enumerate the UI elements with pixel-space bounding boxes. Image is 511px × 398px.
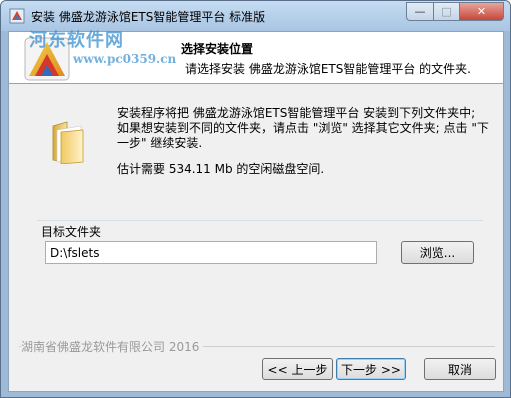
destination-folder-group: 目标文件夹 浏览... bbox=[37, 220, 483, 280]
install-info-text: 安装程序将把 佛盛龙游泳馆ETS智能管理平台 安装到下列文件夹中; 如果想安装到… bbox=[117, 106, 493, 151]
app-icon bbox=[9, 8, 25, 24]
minimize-button[interactable]: — bbox=[406, 2, 433, 21]
watermark-url: www.pc0359.cn bbox=[73, 52, 177, 66]
cancel-button[interactable]: 取消 bbox=[424, 358, 496, 380]
page-header: 河东软件网 www.pc0359.cn 选择安装位置 请选择安装 佛盛龙游泳馆E… bbox=[9, 30, 503, 84]
close-button[interactable]: ✕ bbox=[459, 2, 504, 21]
branding-footer: 湖南省佛盛龙软件有限公司 2016 bbox=[19, 338, 495, 355]
destination-folder-input[interactable] bbox=[45, 241, 377, 264]
page-title: 选择安装位置 bbox=[181, 42, 254, 56]
back-button[interactable]: << 上一步 bbox=[262, 358, 333, 380]
browse-button[interactable]: 浏览... bbox=[401, 241, 474, 264]
watermark-site-name: 河东软件网 bbox=[29, 30, 124, 51]
page-subtitle: 请选择安装 佛盛龙游泳馆ETS智能管理平台 的文件夹. bbox=[185, 62, 471, 76]
dialog-client-area: 河东软件网 www.pc0359.cn 选择安装位置 请选择安装 佛盛龙游泳馆E… bbox=[8, 30, 504, 392]
info-line: 一步" 继续安装. bbox=[117, 136, 203, 150]
destination-folder-label: 目标文件夹 bbox=[41, 225, 102, 239]
maximize-button[interactable]: □ bbox=[433, 2, 459, 21]
installer-window: 安装 佛盛龙游泳馆ETS智能管理平台 标准版 — □ ✕ 河东软件网 www.p… bbox=[0, 0, 511, 398]
disk-space-required: 估计需要 534.11 Mb 的空闲磁盘空间. bbox=[117, 162, 325, 176]
window-controls: — □ ✕ bbox=[406, 2, 504, 21]
folder-icon bbox=[52, 121, 84, 164]
info-line: 安装程序将把 佛盛龙游泳馆ETS智能管理平台 安装到下列文件夹中; bbox=[117, 106, 476, 120]
window-title: 安装 佛盛龙游泳馆ETS智能管理平台 标准版 bbox=[31, 10, 266, 24]
next-button[interactable]: 下一步 >> bbox=[336, 358, 406, 380]
copyright-text: 湖南省佛盛龙软件有限公司 2016 bbox=[21, 338, 204, 355]
info-line: 如果想安装到不同的文件夹，请点击 "浏览" 选择其它文件夹; 点击 "下 bbox=[117, 121, 489, 135]
